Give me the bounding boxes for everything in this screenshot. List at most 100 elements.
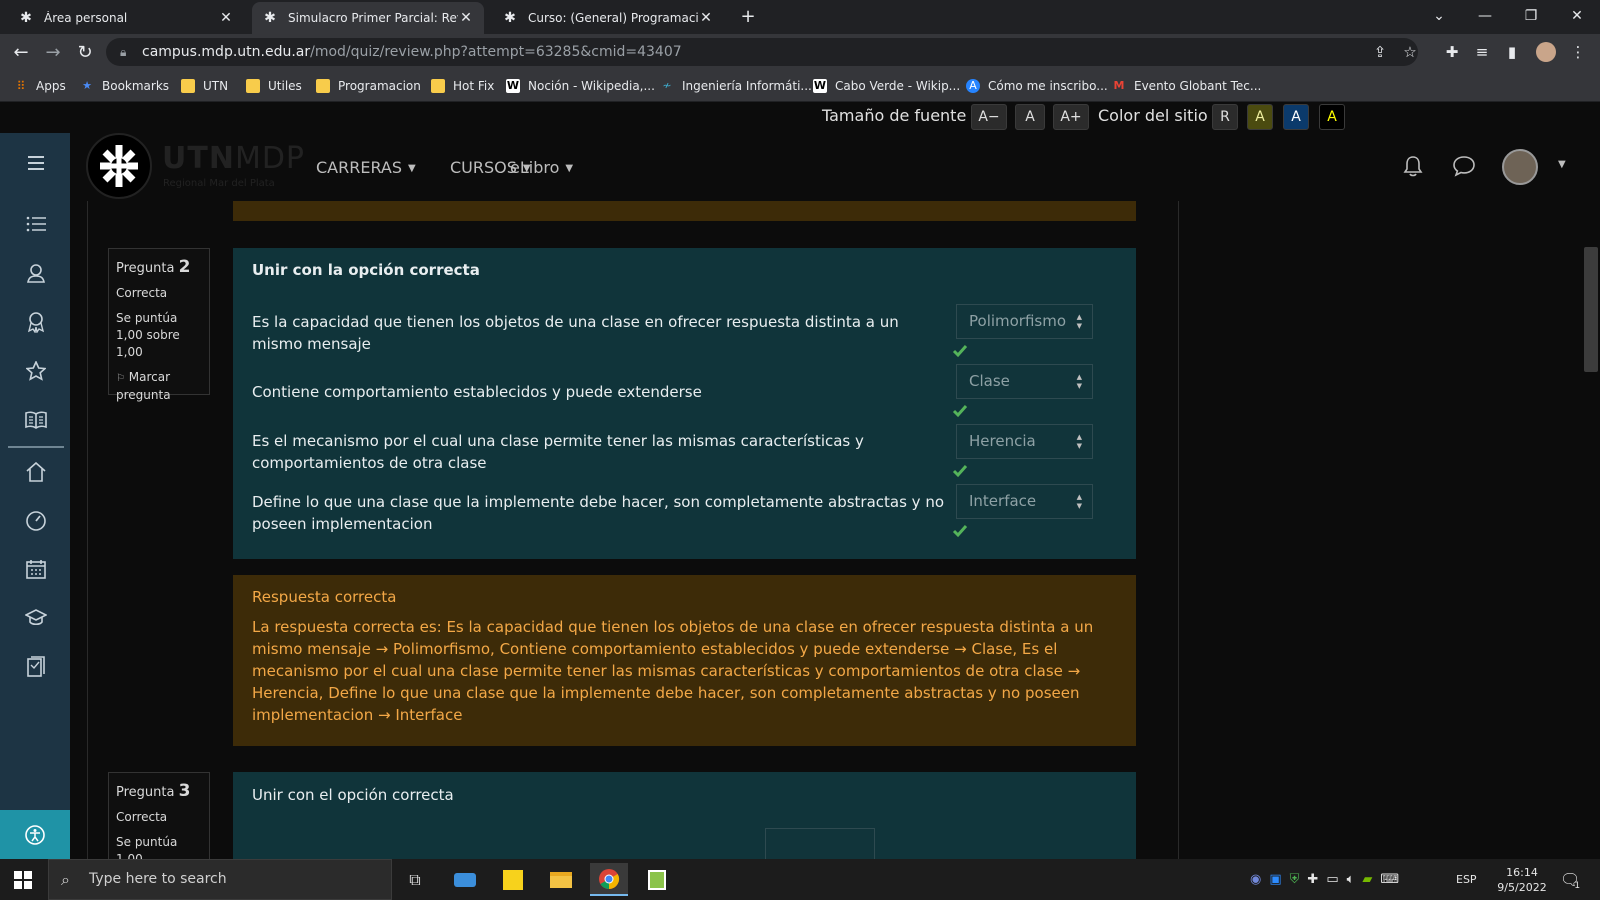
utn-logo-icon[interactable]	[86, 133, 152, 199]
left-sidebar	[0, 133, 70, 859]
color-olive-button[interactable]: A	[1247, 104, 1273, 130]
reload-icon[interactable]: ↻	[72, 39, 98, 65]
bookmark-star-icon[interactable]: ☆	[1400, 42, 1420, 62]
address-bar[interactable]: 🔒︎ campus.mdp.utn.edu.ar/mod/quiz/review…	[106, 38, 1418, 66]
page-scrollbar[interactable]	[1582, 102, 1600, 859]
restore-button[interactable]: ❐	[1508, 0, 1554, 32]
security-shield-icon[interactable]: ⛨	[1290, 872, 1300, 887]
star-icon[interactable]	[22, 357, 50, 385]
bookmark-nocion[interactable]: W Noción - Wikipedia,...	[506, 77, 655, 95]
bookmark-utiles[interactable]: Utiles	[246, 77, 302, 95]
extensions-icon[interactable]: ✚	[1442, 42, 1462, 62]
utn-favicon-icon: ✱	[20, 10, 32, 26]
app-icon[interactable]	[446, 863, 484, 896]
accessibility-icon	[25, 825, 45, 845]
chrome-icon[interactable]	[590, 863, 628, 896]
side-panel-icon[interactable]: ▮	[1502, 42, 1522, 62]
notepad-plus-icon[interactable]	[638, 863, 676, 896]
close-window-button[interactable]: ✕	[1554, 0, 1600, 32]
windows-start-icon[interactable]	[4, 863, 42, 896]
font-increase-button[interactable]: A+	[1053, 104, 1089, 130]
library-book-icon[interactable]	[22, 653, 50, 681]
answer-select[interactable]: Interface ▲ ▼	[956, 484, 1093, 519]
site-logo-text[interactable]: UTNMDP	[162, 141, 305, 176]
font-decrease-button[interactable]: A−	[971, 104, 1007, 130]
accessibility-button[interactable]	[0, 810, 70, 859]
discord-icon[interactable]: ◉	[1250, 872, 1261, 887]
zoom-icon[interactable]: ▣	[1269, 872, 1281, 887]
question-status: Correcta	[116, 810, 168, 824]
check-icon	[952, 405, 968, 418]
user-menu-caret-icon[interactable]: ▼	[1558, 159, 1566, 170]
close-icon[interactable]: ✕	[218, 10, 234, 26]
color-reset-button[interactable]: R	[1212, 104, 1238, 130]
nav-elibro[interactable]: eLibro ▼	[510, 158, 573, 177]
menu-kebab-icon[interactable]: ⋮	[1568, 42, 1588, 62]
wikipedia-icon: W	[506, 79, 520, 93]
user-avatar[interactable]	[1502, 149, 1538, 185]
keyboard-icon[interactable]: ⌨	[1380, 872, 1399, 887]
tab-title: Curso: (General) Programación y	[528, 11, 698, 25]
answer-select[interactable]: Clase ▲ ▼	[956, 364, 1093, 399]
book-icon[interactable]	[22, 406, 50, 434]
list-icon[interactable]	[22, 210, 50, 238]
file-explorer-icon[interactable]	[542, 863, 580, 896]
forward-icon[interactable]: →	[40, 39, 66, 65]
tab-simulacro[interactable]: ✱ Simulacro Primer Parcial: Revisión ✕	[252, 2, 484, 34]
answer-select[interactable]: Herencia ▲ ▼	[956, 424, 1093, 459]
new-tab-button[interactable]: +	[735, 3, 761, 29]
home-icon[interactable]	[22, 458, 50, 486]
language-indicator[interactable]: ESP	[1456, 859, 1477, 900]
back-icon[interactable]: ←	[8, 39, 34, 65]
scrollbar-thumb[interactable]	[1584, 247, 1598, 372]
color-blue-button[interactable]: A	[1283, 104, 1309, 130]
bookmark-hotfix[interactable]: Hot Fix	[431, 77, 494, 95]
minimize-button[interactable]: —	[1462, 0, 1508, 32]
tab-search-icon[interactable]: ⌄	[1416, 0, 1462, 32]
clock[interactable]: 16:14 9/5/2022	[1490, 859, 1554, 900]
bookmark-bookmarks[interactable]: ★ Bookmarks	[80, 77, 169, 95]
flag-icon: ⚐	[116, 373, 125, 384]
bookmark-utn[interactable]: UTN	[181, 77, 228, 95]
dashboard-gauge-icon[interactable]	[22, 507, 50, 535]
media-control-icon[interactable]: ≡	[1472, 42, 1492, 62]
network-icon[interactable]: ▭	[1326, 872, 1338, 887]
sticky-notes-icon[interactable]	[494, 863, 532, 896]
windows-security-icon[interactable]: ✚	[1307, 872, 1318, 887]
messages-chat-icon[interactable]	[1452, 155, 1476, 177]
bookmark-como-me-inscribo[interactable]: A Cómo me inscribo...	[966, 77, 1108, 95]
apps-grid-icon: ⠿	[16, 79, 26, 93]
share-icon[interactable]: ⇪	[1370, 42, 1390, 62]
bookmark-evento-globant[interactable]: M Evento Globant Tec...	[1112, 77, 1262, 95]
notification-center-icon[interactable]: 🗨︎ 1	[1560, 859, 1580, 900]
bookmark-label: Ingeniería Informáti...	[682, 79, 812, 93]
tab-area-personal[interactable]: ✱ Área personal ✕	[8, 2, 244, 34]
bookmark-programacion[interactable]: Programacion	[316, 77, 421, 95]
task-view-icon[interactable]: ⧉	[396, 863, 434, 896]
bookmark-ingenieria[interactable]: ≁ Ingeniería Informáti...	[660, 77, 812, 95]
answer-select[interactable]: Polimorfismo ▲ ▼	[956, 304, 1093, 339]
hamburger-menu-icon[interactable]	[22, 149, 50, 177]
font-reset-button[interactable]: A	[1015, 104, 1045, 130]
select-arrows-icon: ▲ ▼	[1076, 313, 1082, 330]
nav-carreras[interactable]: CARRERAS ▼	[316, 158, 416, 177]
taskbar-search-input[interactable]: ⌕ Type here to search	[48, 859, 392, 900]
close-icon[interactable]: ✕	[698, 10, 714, 26]
bookmark-cabo-verde[interactable]: W Cabo Verde - Wikip...	[813, 77, 960, 95]
badge-award-icon[interactable]	[22, 308, 50, 336]
profile-avatar[interactable]	[1536, 42, 1556, 62]
nvidia-icon[interactable]: ▰	[1362, 872, 1372, 887]
answer-select[interactable]	[765, 828, 875, 859]
font-size-label: Tamaño de fuente	[822, 106, 967, 125]
color-black-button[interactable]: A	[1319, 104, 1345, 130]
close-icon[interactable]: ✕	[458, 10, 474, 26]
bookmark-apps[interactable]: ⠿ Apps	[14, 77, 66, 95]
graduation-cap-icon[interactable]	[22, 604, 50, 632]
calendar-icon[interactable]	[22, 555, 50, 583]
tab-curso[interactable]: ✱ Curso: (General) Programación y ✕	[492, 2, 724, 34]
sidebar-divider	[8, 446, 64, 448]
flag-question-link[interactable]: ⚐ Marcar pregunta	[116, 369, 202, 404]
user-profile-icon[interactable]	[22, 259, 50, 287]
volume-icon[interactable]: 🔈︎	[1347, 872, 1355, 887]
notifications-bell-icon[interactable]	[1402, 155, 1424, 177]
